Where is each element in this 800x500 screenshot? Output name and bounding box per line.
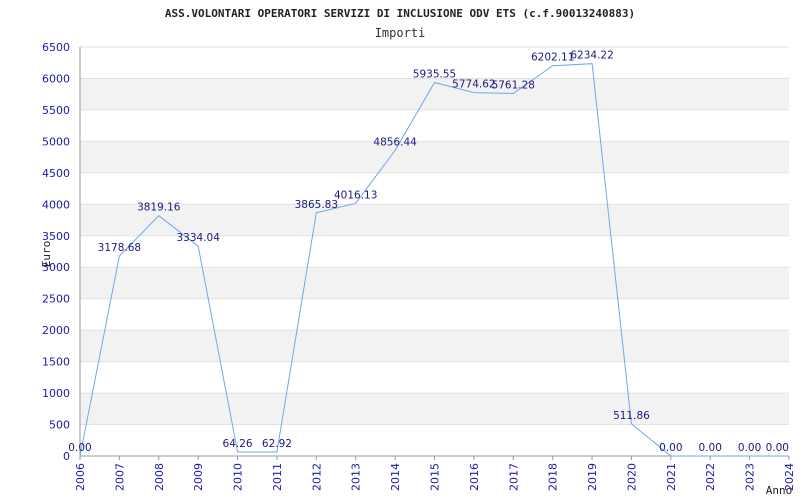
- data-label: 4856.44: [373, 136, 417, 148]
- x-tick-label: 2012: [310, 463, 323, 491]
- y-tick-label: 1000: [42, 387, 70, 400]
- x-tick-label: 2021: [665, 463, 678, 491]
- y-tick-label: 6500: [42, 41, 70, 54]
- x-tick-label: 2015: [429, 463, 442, 491]
- data-label: 5761.28: [492, 79, 535, 91]
- data-label: 0.00: [68, 442, 91, 454]
- x-tick-label: 2023: [744, 463, 757, 491]
- grid-band: [80, 330, 789, 362]
- x-tick-label: 2022: [704, 463, 717, 491]
- y-tick-label: 1500: [42, 356, 70, 369]
- grid-bands: [80, 78, 789, 425]
- y-tick-label: 2000: [42, 324, 70, 337]
- y-tick-label: 500: [49, 419, 70, 432]
- data-label: 3865.83: [295, 199, 338, 211]
- x-tick-label: 2010: [232, 463, 245, 491]
- y-tick-label: 4000: [42, 198, 70, 211]
- x-tick-label: 2019: [586, 463, 599, 491]
- x-tick-label: 2009: [192, 463, 205, 491]
- x-tick-label: 2013: [350, 463, 363, 491]
- x-tick-label: 2008: [153, 463, 166, 491]
- x-axis-label: Anno: [766, 484, 793, 497]
- y-tick-label: 6000: [42, 72, 70, 85]
- y-tick-label: 2500: [42, 293, 70, 306]
- data-label: 6202.11: [531, 52, 574, 64]
- data-label: 0.00: [699, 442, 722, 454]
- grid-band: [80, 393, 789, 425]
- x-tick-label: 2007: [113, 463, 126, 491]
- data-label: 511.86: [613, 410, 650, 422]
- data-label: 5935.55: [413, 69, 456, 81]
- x-tick-label: 2018: [547, 463, 560, 491]
- line-chart: 0500100015002000250030003500400045005000…: [40, 7, 796, 497]
- x-tick-label: 2011: [271, 463, 284, 491]
- data-label: 5774.62: [452, 79, 495, 91]
- x-tick-labels: 2006 2007 2008 2009 2010 2011 2012 2013 2014 2015…: [74, 463, 796, 491]
- data-label: 0.00: [766, 442, 789, 454]
- x-tick-label: 2017: [507, 463, 520, 491]
- grid-band: [80, 204, 789, 236]
- grid-band: [80, 267, 789, 299]
- data-label: 3819.16: [137, 202, 181, 214]
- data-label: 6234.22: [570, 50, 613, 62]
- data-label: 62.92: [262, 438, 292, 450]
- x-tick-label: 2016: [468, 463, 481, 491]
- data-label: 3334.04: [176, 232, 220, 244]
- chart-subtitle: Importi: [375, 26, 426, 40]
- grid-band: [80, 141, 789, 173]
- x-tick-label: 2014: [389, 463, 402, 491]
- x-tick-label: 2020: [625, 463, 638, 491]
- data-label: 4016.13: [334, 189, 377, 201]
- y-tick-label: 5500: [42, 104, 70, 117]
- data-label: 64.26: [223, 438, 253, 450]
- y-axis-label: Euro: [40, 241, 53, 268]
- y-tick-label: 4500: [42, 167, 70, 180]
- data-label: 0.00: [738, 442, 761, 454]
- y-tick-label: 5000: [42, 135, 70, 148]
- x-tick-label: 2006: [74, 463, 87, 491]
- chart-title: ASS.VOLONTARI OPERATORI SERVIZI DI INCLU…: [165, 7, 635, 20]
- data-label: 0.00: [659, 442, 682, 454]
- data-label: 3178.68: [98, 242, 141, 254]
